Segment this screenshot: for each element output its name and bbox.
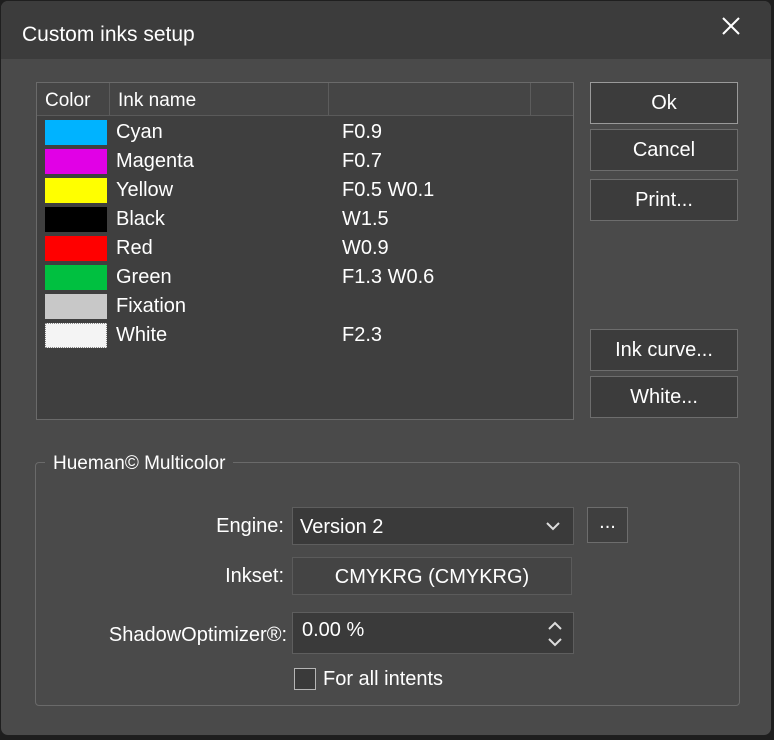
shadow-optimizer-spinbox[interactable]: 0.00 %: [292, 612, 574, 654]
custom-inks-dialog: Custom inks setup Color Ink name Cyan F0.…: [0, 0, 772, 736]
engine-options-button[interactable]: ...: [587, 507, 628, 543]
for-all-intents-label[interactable]: For all intents: [323, 665, 443, 693]
chevron-down-icon: [546, 522, 560, 531]
ink-row[interactable]: Yellow F0.5 W0.1: [37, 176, 573, 205]
column-header-value[interactable]: [329, 83, 531, 115]
ink-row[interactable]: Fixation: [37, 292, 573, 321]
ink-color-swatch: [45, 178, 107, 203]
ink-color-swatch: [45, 120, 107, 145]
ink-value: F0.7: [342, 150, 383, 172]
ink-name: Yellow: [116, 179, 174, 201]
ink-value: F1.3 W0.6: [342, 266, 435, 288]
engine-select[interactable]: Version 2: [292, 507, 574, 545]
ink-name: Magenta: [116, 150, 194, 172]
ink-list-header: Color Ink name: [37, 83, 573, 116]
ink-color-swatch: [45, 149, 107, 174]
inkset-label: Inkset:: [225, 565, 284, 587]
ink-row[interactable]: Green F1.3 W0.6: [37, 263, 573, 292]
ink-list[interactable]: Color Ink name Cyan F0.9 Magenta F0.7 Yellow…: [36, 82, 574, 420]
shadow-optimizer-label: ShadowOptimizer®:: [108, 624, 287, 646]
ink-name: Black: [116, 208, 165, 230]
cancel-button[interactable]: Cancel: [590, 129, 738, 171]
ink-color-swatch: [45, 323, 107, 348]
ink-row[interactable]: Cyan F0.9: [37, 118, 573, 147]
ink-color-swatch: [45, 236, 107, 261]
ink-name: White: [116, 324, 168, 346]
engine-label: Engine:: [216, 515, 284, 537]
ink-row[interactable]: Magenta F0.7: [37, 147, 573, 176]
ink-value: W0.9: [342, 237, 389, 259]
shadow-optimizer-value: 0.00 %: [302, 619, 365, 641]
print-button[interactable]: Print...: [590, 179, 738, 221]
white-button[interactable]: White...: [590, 376, 738, 418]
column-header-extra: [531, 83, 573, 115]
ink-value: F0.5 W0.1: [342, 179, 435, 201]
ink-row[interactable]: Red W0.9: [37, 234, 573, 263]
spinner-arrows-icon[interactable]: [545, 617, 565, 651]
ink-name: Red: [116, 237, 153, 259]
ink-color-swatch: [45, 294, 107, 319]
for-all-intents-checkbox[interactable]: [294, 668, 316, 690]
window-title: Custom inks setup: [22, 23, 195, 46]
title-bar: Custom inks setup: [1, 1, 771, 59]
column-header-ink-name[interactable]: Ink name: [110, 83, 329, 115]
inkset-value: CMYKRG (CMYKRG): [292, 557, 572, 595]
ink-name: Cyan: [116, 121, 163, 143]
ink-curve-button[interactable]: Ink curve...: [590, 329, 738, 371]
group-title: Hueman© Multicolor: [45, 451, 234, 477]
column-header-color[interactable]: Color: [37, 83, 110, 115]
ink-name: Green: [116, 266, 172, 288]
engine-value: Version 2: [300, 516, 384, 538]
ink-row[interactable]: White F2.3: [37, 321, 573, 350]
close-icon: [722, 17, 740, 35]
ink-color-swatch: [45, 265, 107, 290]
ok-button[interactable]: Ok: [590, 82, 738, 124]
ink-value: F2.3: [342, 324, 383, 346]
close-button[interactable]: [713, 9, 749, 43]
ink-name: Fixation: [116, 295, 187, 317]
ink-value: F0.9: [342, 121, 383, 143]
ink-value: W1.5: [342, 208, 389, 230]
ink-row[interactable]: Black W1.5: [37, 205, 573, 234]
ink-color-swatch: [45, 207, 107, 232]
